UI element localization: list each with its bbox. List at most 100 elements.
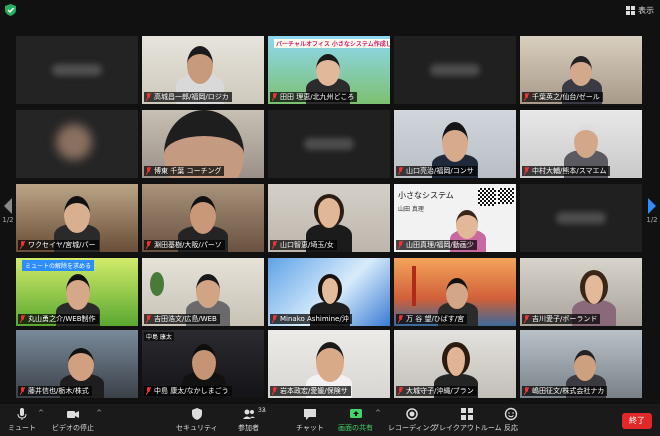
chevron-right-icon [648, 198, 656, 214]
participant-tile[interactable] [16, 110, 138, 178]
participant-name: 嶋田征文/株式会社ナカ [522, 386, 608, 396]
participant-tile[interactable]: ワクセイヤ/宮城/パー [16, 184, 138, 252]
participant-tile[interactable]: 大城守子/沖縄/ブラン [394, 330, 516, 398]
participant-name: 山口智恵/埼玉/女 [270, 240, 337, 250]
mic-muted-icon [398, 315, 403, 323]
mic-muted-icon [272, 241, 277, 249]
virtual-background-banner: バーチャルオフィス 小さなシステム作成して！ [274, 39, 390, 48]
mic-muted-icon [524, 387, 529, 395]
chat-label: チャット [296, 424, 324, 432]
participant-name: 藤井信也/栃木/株式 [18, 386, 92, 396]
record-button[interactable]: レコーディング [388, 407, 437, 435]
participant-tile[interactable]: 藤井信也/栃木/株式 [16, 330, 138, 398]
participants-button[interactable]: 33 参加者 ^ [238, 407, 267, 435]
video-camera-icon [67, 411, 79, 418]
video-gallery: 高城昌一郎/福岡/ロジカ バーチャルオフィス 小さなシステム作成して！ 田田 理… [16, 36, 644, 398]
security-button[interactable]: セキュリティ [176, 407, 218, 435]
qr-code-icon [498, 188, 514, 204]
bridge-tower [412, 266, 416, 306]
shield-icon [191, 408, 202, 420]
participant-name: 丸山勇之介/WEB制作 [18, 314, 99, 324]
mic-muted-icon [146, 241, 151, 249]
participant-name: 山口亮治/福岡/コンサ [396, 166, 477, 176]
breakout-rooms-icon [460, 408, 473, 420]
mute-button[interactable]: ミュート ^ [8, 407, 44, 435]
reactions-label: 反応 [504, 424, 518, 432]
mic-muted-icon [398, 241, 403, 249]
participant-name: 博東 千葉 コーチング [144, 166, 225, 176]
record-icon [406, 408, 418, 420]
participant-tile[interactable]: バーチャルオフィス 小さなシステム作成して！ 田田 理恵/北九州どころ [268, 36, 390, 104]
participant-tile[interactable]: 吉川愛子/ポーランド [520, 258, 642, 326]
participant-tile[interactable] [394, 36, 516, 104]
participant-tile[interactable]: 淵田基樹/大阪/パーソ [142, 184, 264, 252]
participant-name: Minako Ashimine/沖 [270, 314, 352, 324]
slide-title: 小さなシステム [398, 191, 454, 200]
mic-muted-icon [146, 315, 151, 323]
blurred-name [52, 64, 102, 76]
participant-tile[interactable]: 吉田浩文/広島/WEB [142, 258, 264, 326]
participant-name: 万 谷 望/ひばす/宮 [396, 314, 468, 324]
participant-name: 田田 理恵/北九州どころ [270, 92, 358, 102]
stop-video-button[interactable]: ビデオの停止 ^ [52, 407, 102, 435]
top-bar: 表示 [0, 0, 660, 20]
caret-up-icon[interactable]: ^ [375, 409, 381, 417]
participant-tile[interactable]: 小さなシステム 山田 真理 山田真理/福岡/動画少 [394, 184, 516, 252]
participant-tile[interactable]: 岩本政宏/愛媛/保険サ [268, 330, 390, 398]
end-meeting-button[interactable]: 終了 [622, 413, 652, 429]
mic-muted-icon [398, 387, 403, 395]
participant-tile[interactable]: ミュートの解除を求める 丸山勇之介/WEB制作 [16, 258, 138, 326]
mic-muted-icon [146, 93, 151, 101]
participant-tile[interactable]: 山口智恵/埼玉/女 [268, 184, 390, 252]
microphone-icon [17, 408, 27, 420]
caret-up-icon[interactable]: ^ [38, 409, 44, 417]
mic-muted-icon [272, 315, 277, 323]
caret-up-icon[interactable]: ^ [96, 409, 102, 417]
share-screen-icon [349, 409, 362, 418]
mic-muted-icon [20, 241, 25, 249]
participant-name: 大城守子/沖縄/ブラン [396, 386, 477, 396]
participant-tile[interactable] [16, 36, 138, 104]
participant-name: 吉川愛子/ポーランド [522, 314, 601, 324]
reactions-button[interactable]: 反応 [504, 407, 518, 435]
participant-tile[interactable]: 中島 康太 中島 康太/なかしまごう [142, 330, 264, 398]
security-shield-icon[interactable] [5, 4, 16, 16]
view-button[interactable]: 表示 [626, 3, 654, 17]
participant-tile[interactable]: 山口亮治/福岡/コンサ [394, 110, 516, 178]
share-label: 画面の共有 [338, 424, 373, 432]
blurred-name [304, 138, 354, 150]
mic-muted-icon [398, 167, 403, 175]
participant-tile[interactable]: Minako Ashimine/沖 [268, 258, 390, 326]
chat-button[interactable]: チャット [296, 407, 324, 435]
next-page-button[interactable]: 1/2 [645, 198, 659, 238]
participant-tile[interactable]: 万 谷 望/ひばす/宮 [394, 258, 516, 326]
participant-tile[interactable]: 中村大輔/熊本/スマエム [520, 110, 642, 178]
breakout-rooms-button[interactable]: ブレイクアウトルーム [432, 407, 502, 435]
mic-muted-icon [146, 387, 151, 395]
caret-up-icon[interactable]: ^ [261, 409, 267, 417]
participant-tile[interactable] [268, 110, 390, 178]
participants-label: 参加者 [238, 424, 259, 432]
participant-tile[interactable]: 千葉英之/仙台/ゼール [520, 36, 642, 104]
participant-name: ワクセイヤ/宮城/パー [18, 240, 99, 250]
record-label: レコーディング [388, 424, 437, 432]
page-indicator-left: 1/2 [2, 216, 14, 224]
meeting-toolbar: ミュート ^ ビデオの停止 ^ セキュリティ 33 参加者 ^ チャット 画面の… [0, 404, 660, 436]
participant-tile[interactable] [520, 184, 642, 252]
mic-muted-icon [524, 167, 529, 175]
unmute-request-badge: ミュートの解除を求める [22, 260, 95, 271]
page-indicator-right: 1/2 [646, 216, 658, 224]
security-label: セキュリティ [176, 424, 218, 432]
view-label: 表示 [638, 5, 654, 15]
share-screen-button[interactable]: 画面の共有 ^ [338, 407, 381, 435]
video-label: ビデオの停止 [52, 424, 94, 432]
participant-tile[interactable]: 嶋田征文/株式会社ナカ [520, 330, 642, 398]
mic-muted-icon [524, 315, 529, 323]
participant-tile-active-speaker[interactable]: 高城昌一郎/福岡/ロジカ [142, 36, 264, 104]
previous-page-button[interactable]: 1/2 [1, 198, 15, 238]
participant-name: 中島 康太/なかしまごう [144, 386, 232, 396]
name-overlay: 中島 康太 [144, 332, 174, 341]
chevron-left-icon [4, 198, 12, 214]
qr-code-icon [478, 188, 496, 206]
participant-tile[interactable]: 博東 千葉 コーチング [142, 110, 264, 178]
